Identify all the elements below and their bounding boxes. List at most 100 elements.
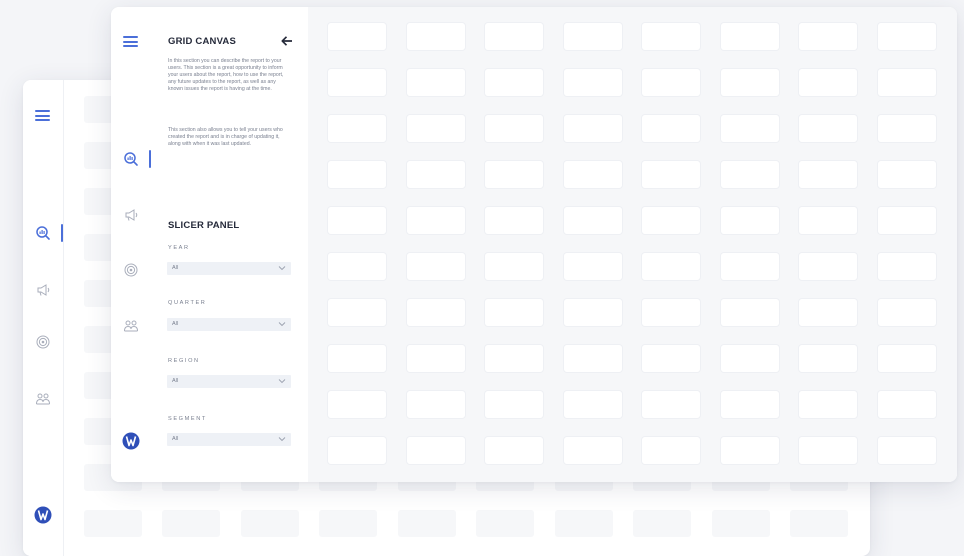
back-search-analytics-icon[interactable] — [35, 225, 51, 241]
grid-tile — [241, 510, 299, 537]
grid-tile — [407, 69, 465, 96]
grid-tile — [642, 253, 700, 280]
quarter-value: All — [172, 321, 179, 327]
megaphone-icon[interactable] — [123, 207, 139, 223]
segment-dropdown[interactable]: All — [167, 433, 291, 446]
grid-tile — [878, 207, 936, 234]
back-people-icon[interactable] — [35, 391, 51, 407]
grid-tile — [642, 299, 700, 326]
grid-tile — [407, 23, 465, 50]
grid-tile — [878, 391, 936, 418]
grid-tile — [407, 161, 465, 188]
grid-tile — [564, 299, 622, 326]
grid-tile — [407, 299, 465, 326]
grid-tile — [642, 391, 700, 418]
description-paragraph-1: In this section you can describe the rep… — [168, 58, 284, 92]
grid-tile — [485, 391, 543, 418]
grid-tile — [485, 161, 543, 188]
grid-tile — [799, 69, 857, 96]
grid-tile — [84, 510, 142, 537]
grid-tile — [721, 437, 779, 464]
front-report-card: GRID CANVAS In this section you can desc… — [111, 7, 957, 482]
grid-tile — [407, 115, 465, 142]
grid-tile — [642, 437, 700, 464]
grid-tile — [799, 161, 857, 188]
grid-tile — [564, 115, 622, 142]
chevron-down-icon — [278, 379, 286, 384]
grid-tile — [642, 23, 700, 50]
grid-tile — [721, 391, 779, 418]
menu-icon[interactable] — [123, 36, 138, 47]
grid-tile — [555, 510, 613, 537]
arrow-left-icon[interactable] — [281, 35, 293, 47]
back-menu-icon[interactable] — [35, 110, 50, 121]
target-icon[interactable] — [123, 262, 139, 278]
grid-tile — [721, 69, 779, 96]
grid-tile — [328, 345, 386, 372]
grid-tile — [642, 161, 700, 188]
grid-tile — [564, 345, 622, 372]
search-analytics-icon[interactable] — [123, 151, 139, 167]
grid-tile — [799, 437, 857, 464]
back-megaphone-icon[interactable] — [35, 282, 51, 298]
grid-tile — [407, 253, 465, 280]
grid-tile — [878, 299, 936, 326]
description-paragraph-2: This section also allows you to tell you… — [168, 127, 283, 147]
grid-tile — [799, 391, 857, 418]
quarter-dropdown[interactable]: All — [167, 318, 291, 331]
grid-tile — [721, 115, 779, 142]
region-label: REGION — [168, 358, 200, 364]
grid-tile — [328, 299, 386, 326]
people-icon[interactable] — [123, 318, 139, 334]
grid-tile — [407, 391, 465, 418]
year-dropdown[interactable]: All — [167, 262, 291, 275]
grid-tile — [799, 299, 857, 326]
region-dropdown[interactable]: All — [167, 375, 291, 388]
brand-logo — [122, 432, 140, 450]
segment-label: SEGMENT — [168, 416, 207, 422]
grid-tile — [485, 253, 543, 280]
grid-tile — [564, 253, 622, 280]
grid-tile — [485, 207, 543, 234]
grid-tile — [721, 23, 779, 50]
grid-tile — [564, 161, 622, 188]
grid-tile — [328, 391, 386, 418]
back-active-indicator — [61, 224, 63, 242]
grid-tile — [162, 510, 220, 537]
nav-rail — [111, 7, 152, 482]
grid-tile — [485, 23, 543, 50]
grid-tile — [799, 115, 857, 142]
grid-tile — [319, 510, 377, 537]
grid-tile — [878, 345, 936, 372]
quarter-label: QUARTER — [168, 300, 207, 306]
grid-tile — [878, 253, 936, 280]
grid-tile — [642, 345, 700, 372]
grid-tile — [485, 299, 543, 326]
grid-tile — [328, 207, 386, 234]
grid-tile — [790, 510, 848, 537]
grid-tile — [328, 23, 386, 50]
grid-tile — [642, 115, 700, 142]
grid-tile — [799, 207, 857, 234]
grid-tile — [878, 69, 936, 96]
grid-tile — [633, 510, 691, 537]
grid-tile — [328, 253, 386, 280]
grid-canvas-title: GRID CANVAS — [168, 36, 236, 47]
grid-tile — [799, 345, 857, 372]
back-target-icon[interactable] — [35, 334, 51, 350]
grid-tile — [407, 437, 465, 464]
grid-tile — [878, 161, 936, 188]
grid-tile — [721, 161, 779, 188]
grid-tile — [642, 69, 700, 96]
grid-tile — [642, 207, 700, 234]
grid-tile — [564, 69, 622, 96]
grid-tile — [328, 161, 386, 188]
grid-tile — [878, 437, 936, 464]
year-label: YEAR — [168, 245, 190, 251]
chevron-down-icon — [278, 266, 286, 271]
grid-tile — [407, 345, 465, 372]
back-nav-rail — [23, 80, 64, 556]
grid-tile — [564, 391, 622, 418]
region-value: All — [172, 378, 179, 384]
grid-tile — [721, 345, 779, 372]
